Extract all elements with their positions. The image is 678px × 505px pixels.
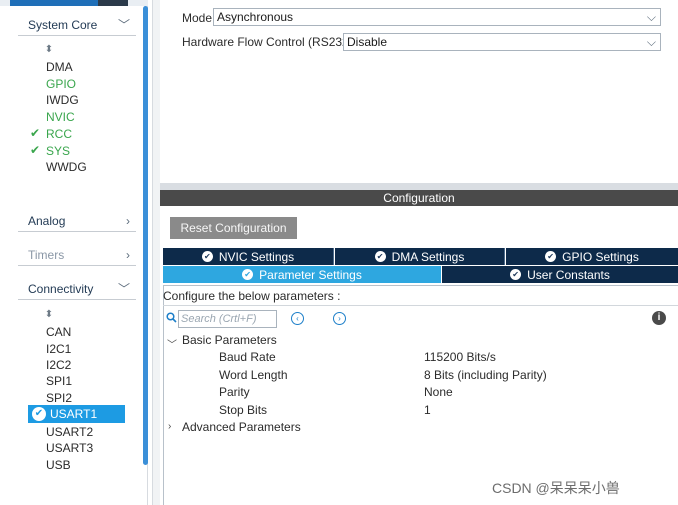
sidebar-top-strip — [0, 0, 148, 6]
sidebar-top-tab-active[interactable] — [10, 0, 98, 6]
sidebar-item-dma[interactable]: DMA — [46, 59, 73, 75]
param-value[interactable]: 8 Bits (including Parity) — [424, 368, 547, 382]
check-circle-icon: ✔ — [32, 407, 46, 421]
chevron-down-icon[interactable]: ﹀ — [167, 336, 177, 351]
section-timers-label: Timers — [28, 247, 65, 262]
chevron-down-icon: ⌵ — [646, 10, 656, 24]
param-name: Stop Bits — [219, 403, 268, 417]
section-system-core-label: System Core — [28, 17, 98, 32]
tab-user-constants[interactable]: ✔ User Constants — [442, 266, 678, 283]
watermark: CSDN @呆呆呆小兽 — [492, 480, 620, 496]
advanced-parameters-group[interactable]: Advanced Parameters — [182, 420, 301, 434]
param-name: Word Length — [219, 368, 288, 382]
check-circle-icon: ✔ — [201, 251, 213, 262]
param-value[interactable]: 115200 Bits/s — [424, 350, 496, 364]
section-analog[interactable]: Analog › — [18, 210, 136, 232]
section-connectivity[interactable]: Connectivity ﹀ — [18, 278, 136, 300]
tab-nvic-settings[interactable]: ✔ NVIC Settings — [163, 248, 334, 265]
reset-configuration-button[interactable]: Reset Configuration — [170, 217, 297, 239]
configure-instructions: Configure the below parameters : — [163, 289, 341, 303]
info-icon[interactable]: i — [652, 311, 666, 325]
section-analog-label: Analog — [28, 213, 66, 228]
check-circle-icon: ✔ — [242, 269, 254, 280]
param-name: Baud Rate — [219, 350, 276, 364]
sidebar-item-usart3[interactable]: USART3 — [46, 440, 93, 456]
sort-icon[interactable]: ⬍ — [44, 45, 54, 55]
param-name: Parity — [219, 385, 250, 399]
sidebar-item-usart1-label: USART1 — [50, 407, 98, 421]
search-input[interactable]: Search (Crtl+F) — [178, 310, 277, 328]
next-match-button[interactable]: › — [333, 312, 346, 325]
hfc-row: Hardware Flow Control (RS232) — [182, 33, 353, 51]
chevron-right-icon: › — [126, 247, 130, 262]
section-system-core[interactable]: System Core ﹀ — [18, 14, 136, 36]
sidebar-item-nvic[interactable]: NVIC — [46, 109, 75, 125]
sidebar-scrollbar[interactable] — [143, 6, 148, 465]
sidebar: System Core ﹀ ⬍ DMA GPIO IWDG NVIC ✔ RCC… — [0, 0, 148, 505]
tab-gpio-label: GPIO Settings — [562, 249, 639, 264]
hfc-label: Hardware Flow Control (RS232) — [182, 35, 353, 49]
basic-parameters-group[interactable]: Basic Parameters — [182, 333, 277, 347]
mode-label: Mode — [182, 11, 213, 25]
sidebar-item-gpio[interactable]: GPIO — [46, 76, 76, 92]
hfc-select[interactable]: Disable ⌵ — [343, 33, 661, 51]
check-circle-icon: ✔ — [545, 251, 557, 262]
chevron-down-icon: ﹀ — [117, 282, 130, 296]
sidebar-item-i2c1[interactable]: I2C1 — [46, 341, 71, 357]
previous-match-button[interactable]: ‹ — [291, 312, 304, 325]
tab-dma-label: DMA Settings — [391, 249, 465, 264]
sidebar-item-rcc[interactable]: RCC — [46, 126, 72, 142]
sidebar-item-usart1[interactable]: ✔ USART1 — [28, 405, 125, 423]
check-icon: ✔ — [30, 126, 41, 140]
mode-row: Mode — [182, 9, 212, 27]
hfc-select-value: Disable — [347, 35, 388, 49]
sidebar-item-i2c2[interactable]: I2C2 — [46, 357, 71, 373]
sort-icon[interactable]: ⬍ — [44, 310, 54, 320]
splitter[interactable] — [160, 183, 678, 190]
mode-select-value: Asynchronous — [217, 10, 294, 24]
sidebar-item-spi1[interactable]: SPI1 — [46, 373, 72, 389]
chevron-down-icon: ﹀ — [117, 18, 130, 32]
tab-nvic-label: NVIC Settings — [218, 249, 295, 264]
sidebar-item-iwdg[interactable]: IWDG — [46, 92, 79, 108]
chevron-down-icon: ⌵ — [646, 35, 656, 49]
section-connectivity-label: Connectivity — [28, 281, 94, 296]
configuration-header: Configuration — [160, 190, 678, 206]
search-icon — [166, 312, 178, 324]
divider — [163, 305, 678, 306]
tab-user-constants-label: User Constants — [527, 267, 610, 282]
sidebar-item-wwdg[interactable]: WWDG — [46, 159, 87, 175]
configuration-title: Configuration — [383, 191, 455, 205]
sidebar-item-usart2[interactable]: USART2 — [46, 424, 93, 440]
sidebar-top-tab[interactable] — [98, 0, 128, 6]
tab-gpio-settings[interactable]: ✔ GPIO Settings — [506, 248, 678, 265]
sidebar-item-spi2[interactable]: SPI2 — [46, 390, 72, 406]
sidebar-item-sys[interactable]: SYS — [46, 143, 70, 159]
sidebar-divider[interactable] — [152, 0, 160, 505]
mode-select[interactable]: Asynchronous ⌵ — [213, 8, 661, 26]
tab-dma-settings[interactable]: ✔ DMA Settings — [335, 248, 505, 265]
check-circle-icon: ✔ — [374, 251, 386, 262]
section-timers[interactable]: Timers › — [18, 244, 136, 266]
check-icon: ✔ — [30, 143, 41, 157]
sidebar-item-can[interactable]: CAN — [46, 324, 71, 340]
sidebar-item-usb[interactable]: USB — [46, 457, 71, 473]
chevron-right-icon: › — [126, 213, 130, 228]
param-value[interactable]: None — [424, 385, 453, 399]
param-value[interactable]: 1 — [424, 403, 431, 417]
chevron-right-icon[interactable]: › — [168, 421, 171, 432]
check-circle-icon: ✔ — [510, 269, 522, 280]
tab-parameter-label: Parameter Settings — [259, 267, 362, 282]
tab-parameter-settings[interactable]: ✔ Parameter Settings — [163, 266, 441, 283]
